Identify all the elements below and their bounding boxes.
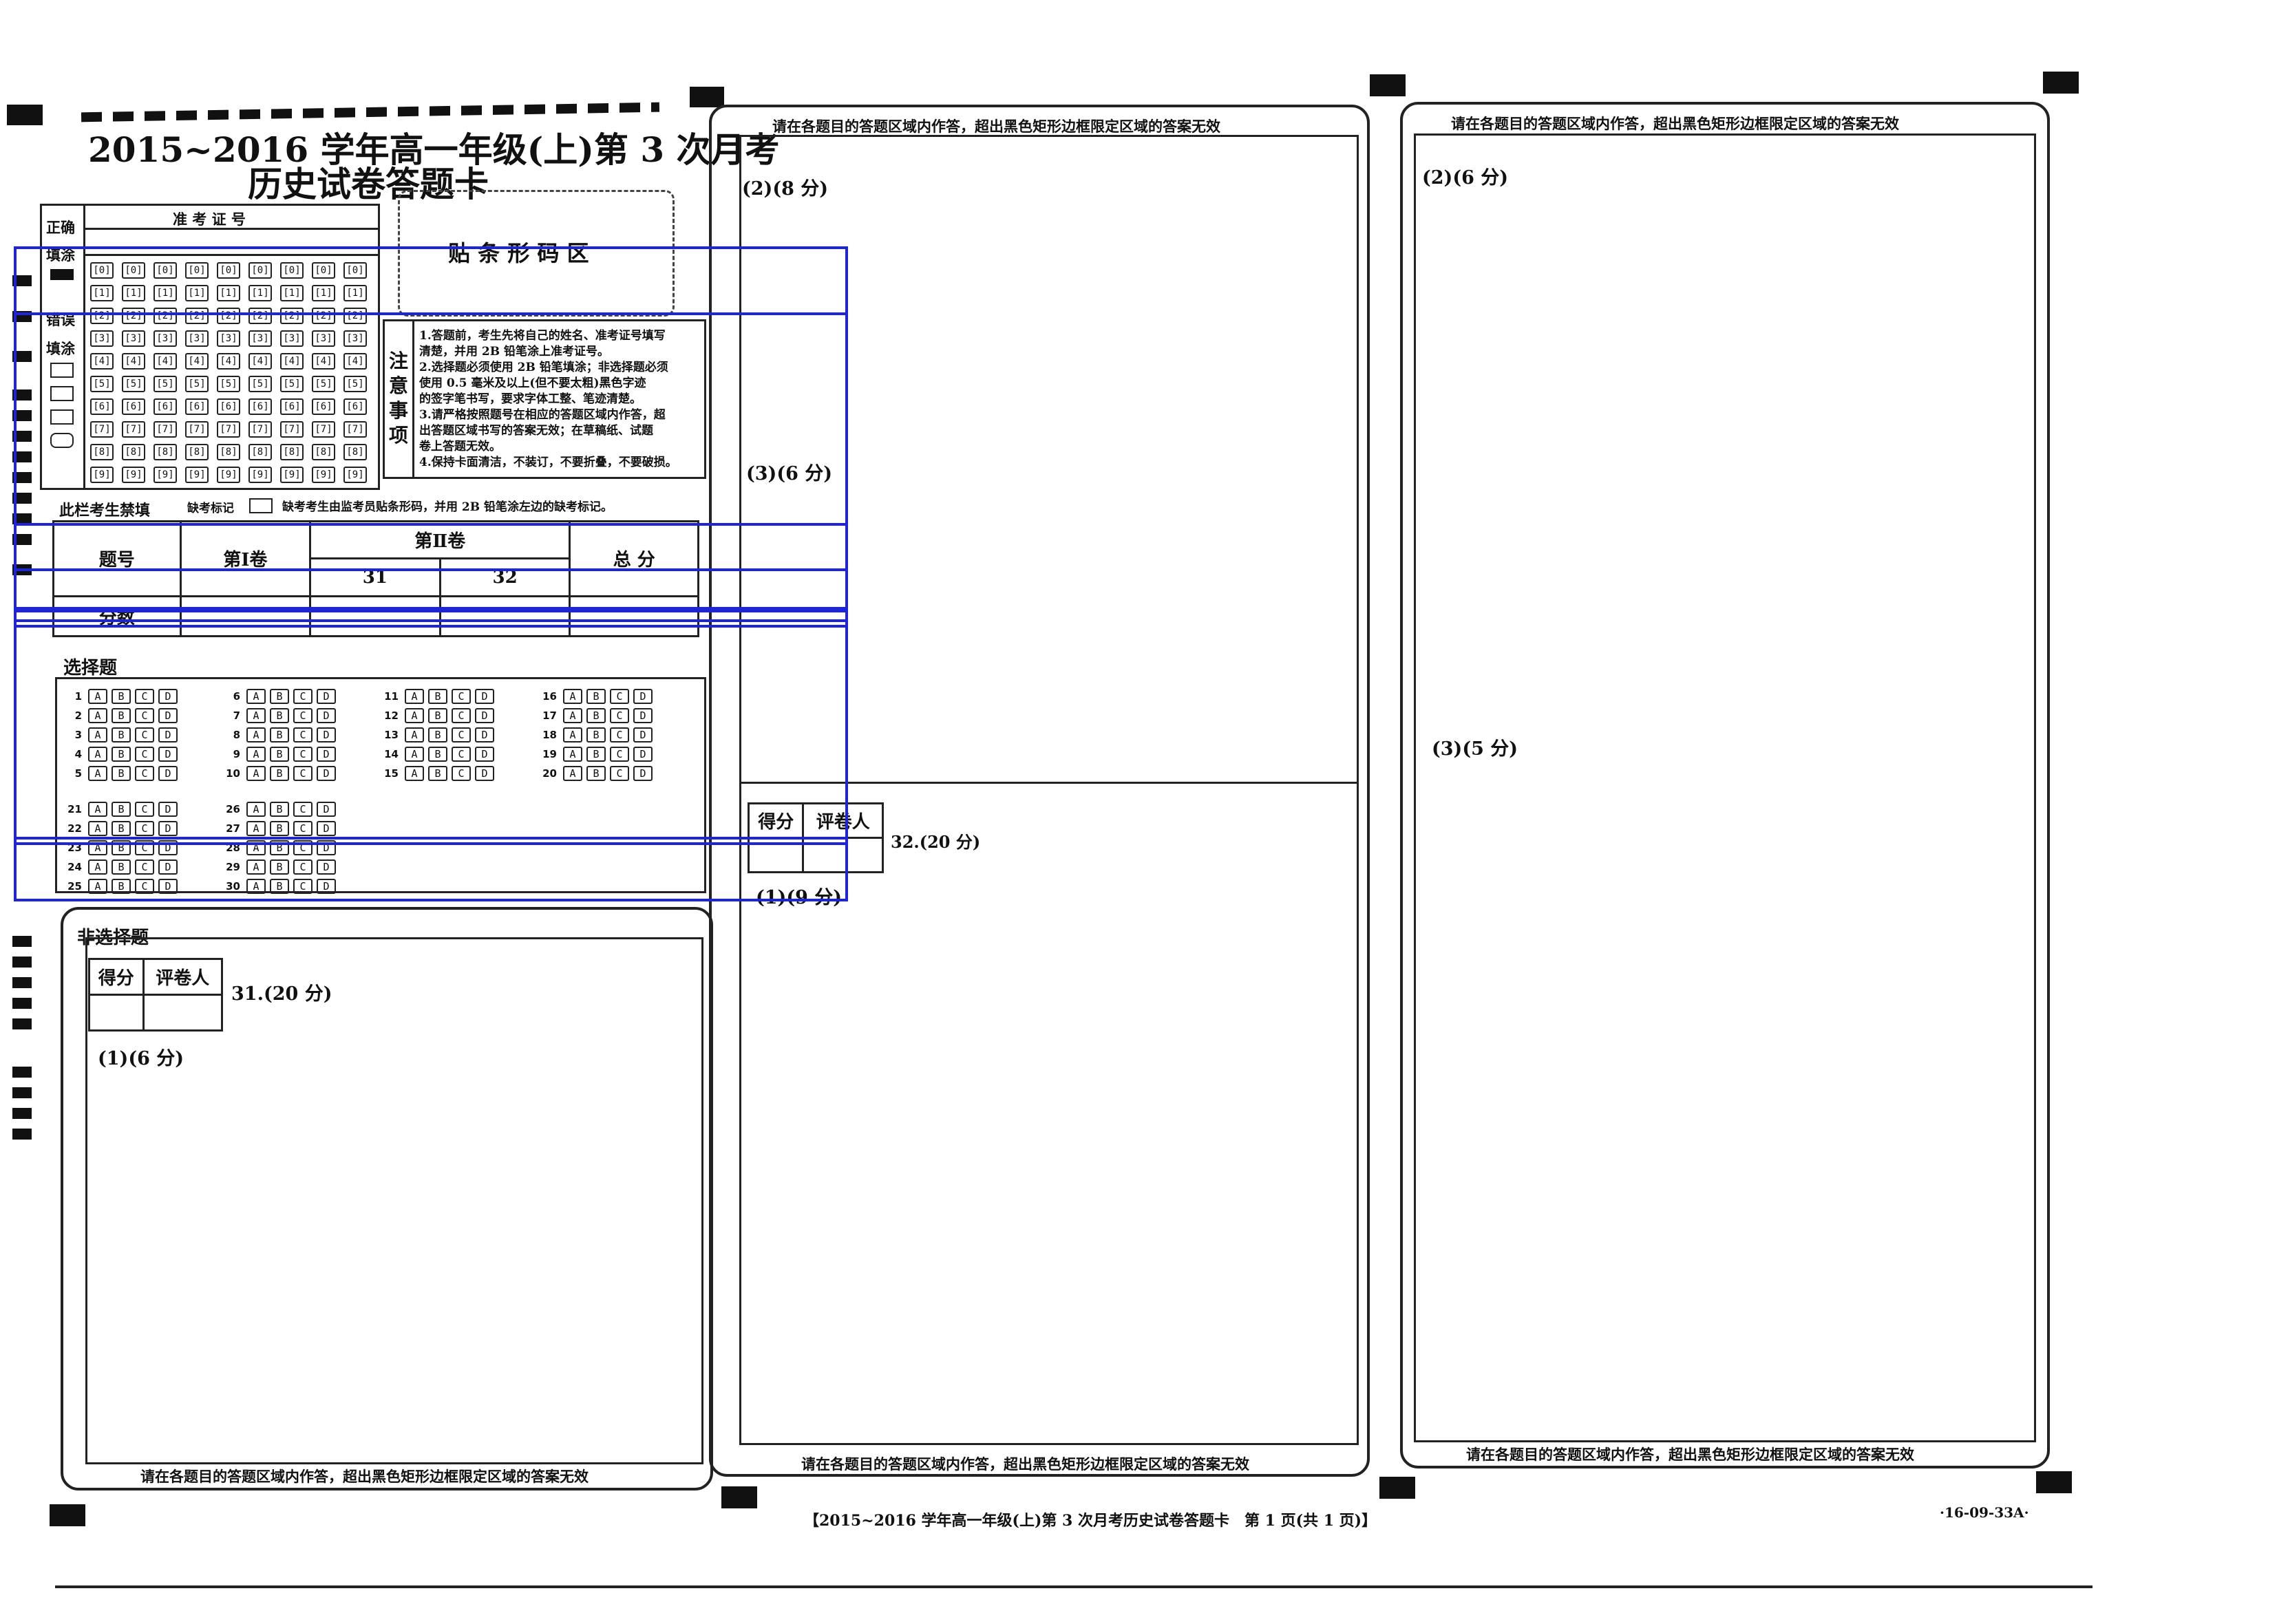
question-32-2: (2)(6 分): [1422, 167, 1509, 189]
registration-mark: [2036, 1471, 2072, 1493]
question-31-2: (2)(8 分): [742, 178, 829, 200]
timing-strip: [81, 102, 660, 122]
registration-mark: [7, 105, 43, 125]
overlay-box: [14, 619, 848, 845]
question-32: 32.(20 分): [891, 832, 981, 852]
timing-mark: [12, 1067, 32, 1078]
top-note-col3: 请在各题目的答题区域内作答，超出黑色矩形边框限定区域的答案无效: [1451, 115, 1899, 132]
timing-mark: [12, 1108, 32, 1119]
registration-mark: [1379, 1477, 1415, 1499]
correct-fill-label: 正确: [46, 219, 75, 236]
bottom-note-col3: 请在各题目的答题区域内作答，超出黑色矩形边框限定区域的答案无效: [1466, 1446, 1914, 1463]
bottom-note-col1: 请在各题目的答题区域内作答，超出黑色矩形边框限定区域的答案无效: [140, 1468, 589, 1485]
timing-mark: [12, 1018, 32, 1029]
timing-mark: [12, 957, 32, 968]
timing-mark: [12, 1087, 32, 1098]
registration-mark: [50, 1504, 85, 1526]
question-31-1: (1)(6 分): [98, 1048, 184, 1069]
score-label: 得分: [88, 958, 145, 996]
question-31: 31.(20 分): [231, 983, 332, 1005]
grader-label: 评卷人: [142, 958, 224, 996]
footer-page-label: 【2015~2016 学年高一年级(上)第 3 次月考历史试卷答题卡 第 1 页…: [804, 1512, 1377, 1530]
timing-mark: [12, 936, 32, 947]
scan-edge-line: [55, 1585, 2093, 1588]
top-note-col2: 请在各题目的答题区域内作答，超出黑色矩形边框限定区域的答案无效: [772, 118, 1220, 135]
grade-table-31: 得分 评卷人: [88, 958, 224, 1032]
bottom-note-col2: 请在各题目的答题区域内作答，超出黑色矩形边框限定区域的答案无效: [801, 1455, 1249, 1473]
overlay-box: [14, 837, 848, 901]
registration-mark: [1370, 74, 1406, 96]
timing-mark: [12, 977, 32, 988]
grader-cell[interactable]: [142, 994, 224, 1032]
footer-code: ·16-09-33A·: [1940, 1504, 2029, 1521]
registration-mark: [721, 1486, 757, 1508]
answer-area-col3[interactable]: [1414, 133, 2036, 1442]
timing-mark: [12, 1129, 32, 1140]
question-32-3: (3)(5 分): [1432, 738, 1518, 760]
overlay-box: [14, 523, 848, 612]
registration-mark: [2043, 72, 2079, 94]
registration-mark: [690, 87, 724, 107]
timing-mark: [12, 998, 32, 1009]
score-cell[interactable]: [88, 994, 145, 1032]
id-number-label: 准 考 证 号: [173, 211, 246, 228]
